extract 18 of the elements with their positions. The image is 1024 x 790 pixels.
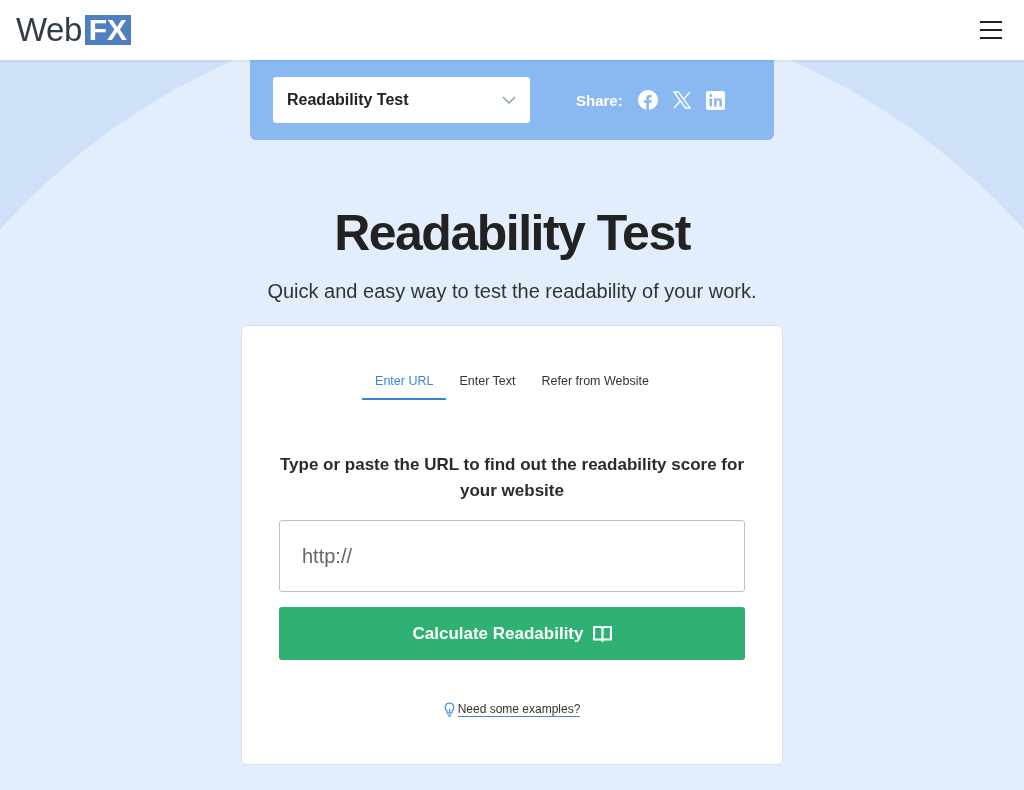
facebook-icon[interactable] (637, 90, 658, 110)
tab[interactable]: Enter URL (362, 370, 447, 400)
page-title: Readability Test (334, 204, 690, 263)
lightbulb-icon (443, 702, 455, 717)
book-icon (592, 625, 612, 642)
tab[interactable]: Refer from Website (528, 370, 662, 400)
examples-link[interactable]: Need some examples? (457, 702, 581, 717)
menu-icon[interactable] (980, 21, 1002, 39)
tab[interactable]: Enter Text (446, 370, 529, 400)
page-subtitle: Quick and easy way to test the readability of your work. (267, 280, 757, 303)
share-label: Share: (576, 91, 623, 109)
url-field[interactable]: http:// (279, 520, 745, 592)
instruction-text: Type or paste the URL to find out the readability score for your website (278, 454, 746, 502)
x-icon[interactable] (672, 91, 691, 109)
chevron-down-icon (502, 96, 516, 104)
tool-select[interactable]: Readability Test (273, 77, 530, 123)
logo[interactable]: Web FX (16, 11, 132, 49)
linkedin-icon[interactable] (705, 90, 725, 110)
